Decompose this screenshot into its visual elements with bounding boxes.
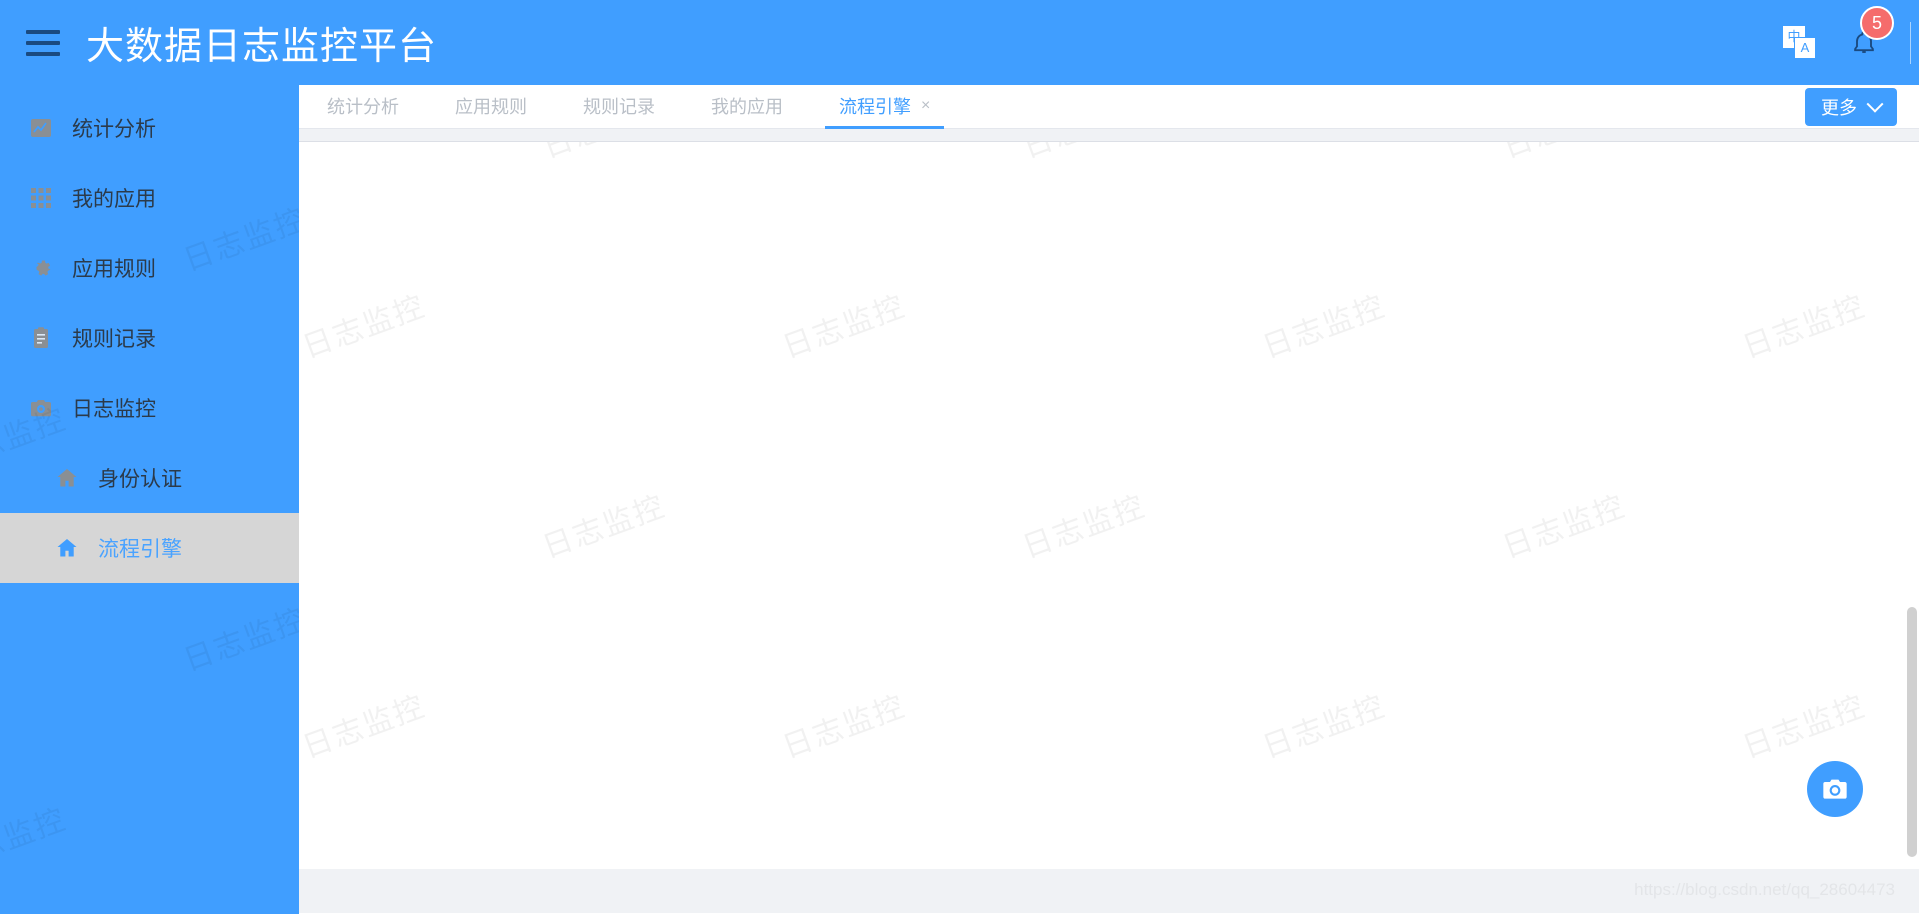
more-button-label: 更多 <box>1821 98 1857 118</box>
app-root: 大数据日志监控平台 中 A 5 日志监控日志监控日志监控日志监控日志监控日志监控… <box>0 0 1919 914</box>
header-actions: 中 A 5 <box>1768 0 1919 85</box>
watermark-text: 日志监控 <box>1738 689 1870 765</box>
page-title: 大数据日志监控平台 <box>86 26 438 68</box>
tab-label: 应用规则 <box>455 97 527 117</box>
chart-icon <box>28 115 54 141</box>
tab-bar: 统计分析 应用规则 规则记录 我的应用 流程引擎 × 更多 <box>299 85 1919 129</box>
camera-icon <box>28 395 54 421</box>
clipboard-icon <box>28 325 54 351</box>
sidebar-item-label: 规则记录 <box>72 328 156 351</box>
notification-badge: 5 <box>1860 6 1894 40</box>
sidebar-item-label: 身份认证 <box>98 468 182 491</box>
app-header: 大数据日志监控平台 中 A 5 <box>0 0 1919 85</box>
home-icon <box>54 535 80 561</box>
sidebar-item-my-apps[interactable]: 我的应用 <box>0 163 299 233</box>
watermark-text: 日志监控 <box>1015 142 1150 167</box>
scrollbar-thumb[interactable] <box>1907 607 1917 857</box>
camera-icon <box>1823 779 1847 799</box>
tab-process-engine[interactable]: 流程引擎 × <box>811 85 958 129</box>
header-divider <box>1910 21 1911 64</box>
hamburger-bar <box>26 29 60 34</box>
watermark-text: 日志监控 <box>179 602 299 678</box>
gear-icon <box>28 255 54 281</box>
translate-icon: 中 A <box>1783 25 1817 60</box>
source-url-watermark: https://blog.csdn.net/qq_28604473 <box>1634 880 1895 899</box>
sidebar-item-label: 统计分析 <box>72 118 156 141</box>
notification-button[interactable]: 5 <box>1832 0 1896 85</box>
watermark-text: 日志监控 <box>0 802 71 878</box>
sidebar-item-label: 我的应用 <box>72 188 156 211</box>
watermark-text: 日志监控 <box>299 689 430 765</box>
main-area: 统计分析 应用规则 规则记录 我的应用 流程引擎 × 更多 日志监控 日志监控 … <box>299 85 1919 914</box>
tab-my-apps[interactable]: 我的应用 <box>683 85 811 128</box>
hamburger-bar <box>26 40 60 45</box>
hamburger-bar <box>26 51 60 56</box>
watermark-text: 日志监控 <box>1018 489 1150 565</box>
tab-app-rules[interactable]: 应用规则 <box>427 85 555 128</box>
chevron-down-icon <box>1866 95 1884 113</box>
tab-rule-records[interactable]: 规则记录 <box>555 85 683 128</box>
grid-icon <box>28 185 54 211</box>
more-button[interactable]: 更多 <box>1805 88 1897 126</box>
content-scrollbar[interactable] <box>1905 142 1919 869</box>
content-watermark-layer: 日志监控 日志监控 日志监控 日志监控 日志监控 日志监控 日志监控 日志监控 日志监控 日志监控… <box>299 142 1919 869</box>
watermark-text: 日志监控 <box>538 489 670 565</box>
content-panel: 日志监控 日志监控 日志监控 日志监控 日志监控 日志监控 日志监控 日志监控 日志监控 日志监控… <box>299 141 1919 869</box>
tab-label: 统计分析 <box>327 97 399 117</box>
sidebar: 日志监控日志监控日志监控日志监控日志监控日志监控日志监控日志监控日志监控日志监控… <box>0 85 299 914</box>
sidebar-item-rule-records[interactable]: 规则记录 <box>0 303 299 373</box>
watermark-text: 日志监控 <box>1258 289 1390 365</box>
watermark-text: 日志监控 <box>1258 689 1390 765</box>
tab-label: 我的应用 <box>711 97 783 117</box>
tab-label: 流程引擎 <box>839 97 911 117</box>
tab-active-underline <box>825 126 945 129</box>
tab-close-icon[interactable]: × <box>921 98 930 114</box>
tab-statistics[interactable]: 统计分析 <box>299 85 427 128</box>
watermark-text: 日志监控 <box>1498 489 1630 565</box>
sidebar-item-app-rules[interactable]: 应用规则 <box>0 233 299 303</box>
watermark-text: 日志监控 <box>1495 142 1630 167</box>
language-switch-button[interactable]: 中 A <box>1768 0 1832 85</box>
watermark-text: 日志监控 <box>535 142 670 167</box>
translate-icon-en: A <box>1794 36 1816 59</box>
tab-label: 规则记录 <box>583 97 655 117</box>
sidebar-item-label: 日志监控 <box>72 398 156 421</box>
hamburger-icon[interactable] <box>26 29 60 56</box>
sidebar-item-identity-auth[interactable]: 身份认证 <box>0 443 299 513</box>
sidebar-item-label: 应用规则 <box>72 258 156 281</box>
sidebar-item-label: 流程引擎 <box>98 538 182 561</box>
watermark-text: 日志监控 <box>778 289 910 365</box>
watermark-text: 日志监控 <box>778 689 910 765</box>
sidebar-item-process-engine[interactable]: 流程引擎 <box>0 513 299 583</box>
home-icon <box>54 465 80 491</box>
watermark-text: 日志监控 <box>1738 289 1870 365</box>
watermark-text: 日志监控 <box>299 289 430 365</box>
sidebar-item-statistics[interactable]: 统计分析 <box>0 93 299 163</box>
sidebar-item-log-monitor[interactable]: 日志监控 <box>0 373 299 443</box>
content-gap <box>299 129 1919 141</box>
screenshot-fab-button[interactable] <box>1807 761 1863 817</box>
